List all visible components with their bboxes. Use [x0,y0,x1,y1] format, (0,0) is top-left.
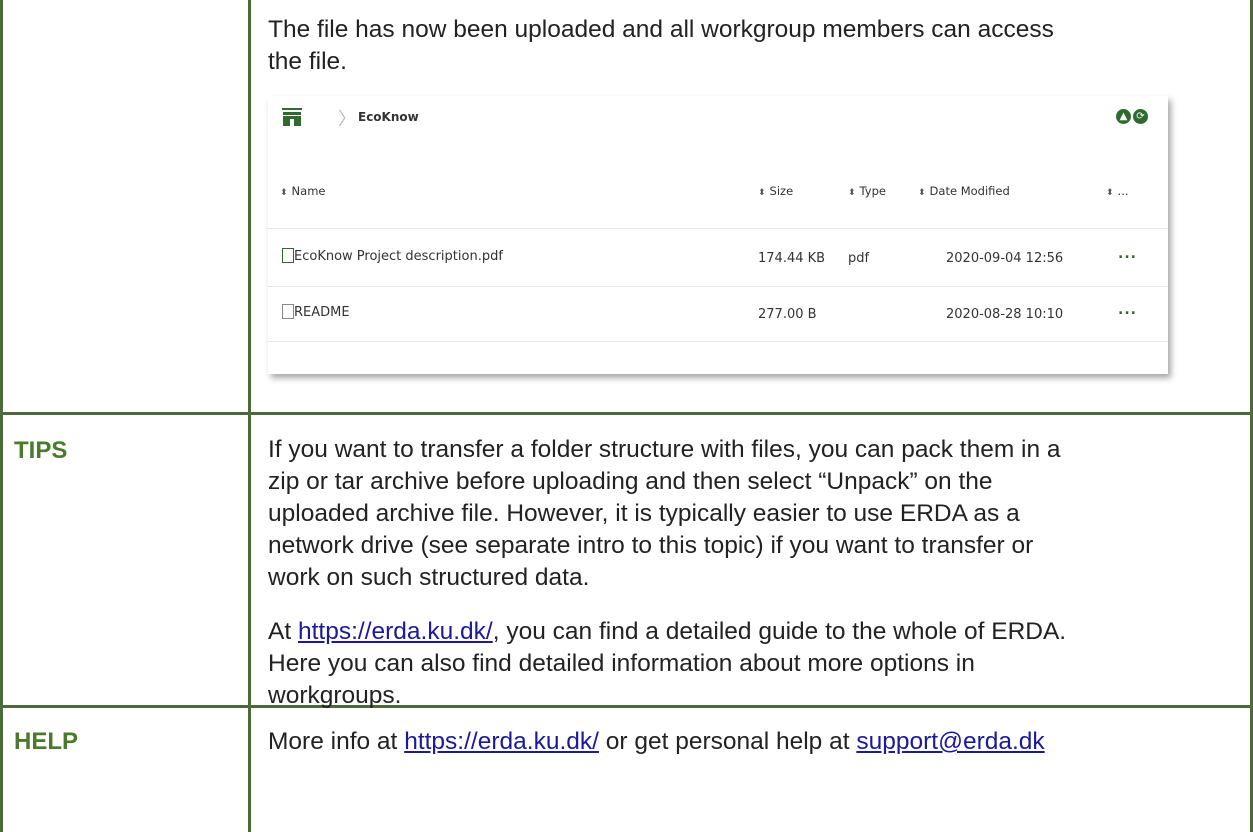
column-header-type[interactable]: ⬍ Type [848,184,886,198]
help-label: HELP [14,728,79,755]
file-icon [282,304,294,319]
upload-done-text-line1: The file has now been uploaded and all w… [268,16,1054,43]
tips-label: TIPS [14,437,68,464]
tips-para2-line2: Here you can also find detailed informat… [268,650,975,677]
toolbar-icons: ▲ ⟳ [1116,109,1148,124]
sort-icon: ⬍ [280,188,288,198]
tips-para2-line1: At https://erda.ku.dk/, you can find a d… [268,618,1067,645]
file-actions-menu[interactable]: ... [1118,246,1137,262]
file-name[interactable]: README [294,305,350,320]
file-name[interactable]: EcoKnow Project description.pdf [294,249,503,264]
file-type: pdf [848,251,870,266]
support-email-link[interactable]: support@erda.dk [856,728,1044,755]
home-icon[interactable] [282,108,302,126]
tips-para1-line2: zip or tar archive before uploading and … [268,468,993,495]
help-text: More info at https://erda.ku.dk/ or get … [268,728,1045,755]
row-line [268,341,1168,342]
breadcrumb-separator-icon: 〉 [338,109,356,130]
tips-para2-line3: workgroups. [268,682,402,709]
tips-para1-line1: If you want to transfer a folder structu… [268,436,1061,463]
column-header-date[interactable]: ⬍ Date Modified [918,184,1010,198]
refresh-icon[interactable]: ⟳ [1133,109,1148,124]
header-row-line [268,228,1168,229]
tips-para1-line3: uploaded archive file. However, it is ty… [268,500,1020,527]
column-header-name[interactable]: ⬍ Name [280,184,325,198]
file-manager-screenshot: 〉 EcoKnow ▲ ⟳ ⬍ Name ⬍ Size ⬍ Type ⬍ Date Mo… [268,96,1168,374]
erda-link[interactable]: https://erda.ku.dk/ [404,728,599,755]
file-date: 2020-08-28 10:10 [946,307,1064,322]
tips-para1-line5: work on such structured data. [268,564,590,591]
tips-para1-line4: network drive (see separate intro to thi… [268,532,1034,559]
breadcrumb-current[interactable]: EcoKnow [358,110,419,124]
row-line [268,286,1168,287]
column-header-more[interactable]: ⬍... [1106,184,1129,198]
sort-icon: ⬍ [918,188,926,198]
document-table: The file has now been uploaded and all w… [0,0,1253,832]
upload-icon[interactable]: ▲ [1116,109,1131,124]
pdf-file-icon [282,248,294,263]
sort-icon: ⬍ [1106,188,1114,198]
file-date: 2020-09-04 12:56 [946,251,1064,266]
file-size: 277.00 B [758,307,817,322]
sort-icon: ⬍ [758,188,766,198]
row-divider-1 [0,412,1253,415]
erda-link[interactable]: https://erda.ku.dk/ [298,618,493,645]
row-divider-2 [0,705,1253,708]
upload-done-text-line2: the file. [268,48,347,75]
file-size: 174.44 KB [758,251,826,266]
file-actions-menu[interactable]: ... [1118,302,1137,318]
column-header-size[interactable]: ⬍ Size [758,184,793,198]
sort-icon: ⬍ [848,188,856,198]
